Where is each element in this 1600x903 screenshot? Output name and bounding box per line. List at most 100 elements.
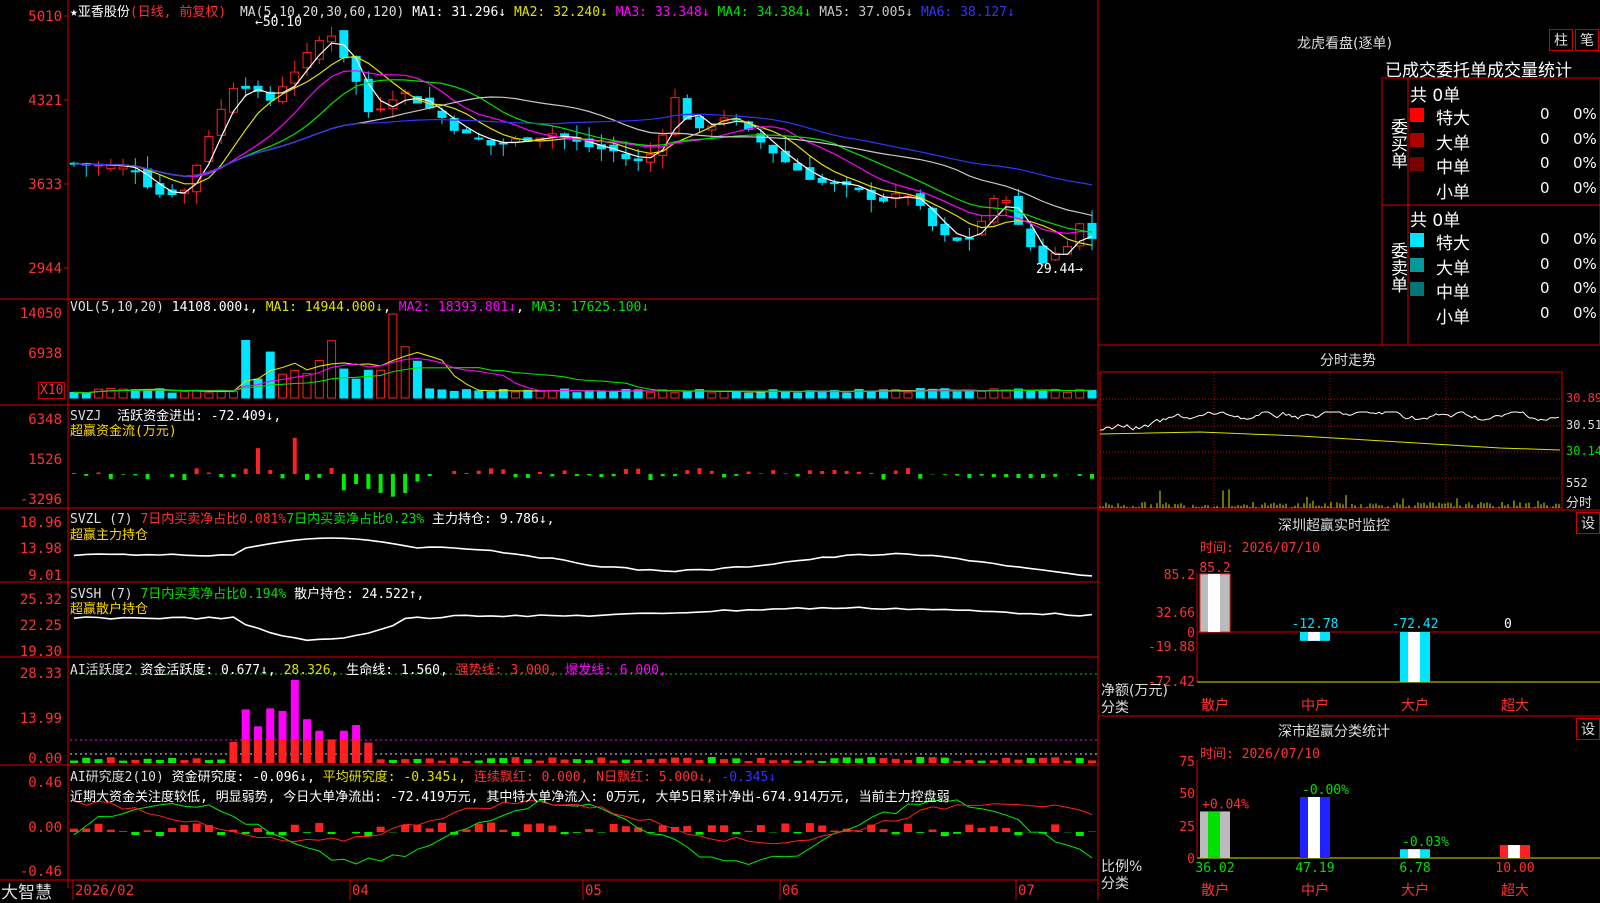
buy-total: 共 0单 <box>1410 81 1460 106</box>
vol-bar <box>450 391 458 398</box>
fund-flow-bar <box>1029 474 1033 478</box>
price-tick: 3633 <box>28 177 62 193</box>
fund-flow-bar <box>133 474 137 475</box>
activity-bar-base <box>340 739 348 763</box>
fund-flow-bar <box>305 474 309 480</box>
fund-flow-bar <box>820 471 824 474</box>
activity-bar <box>781 760 789 763</box>
candle-body <box>1027 229 1035 247</box>
fund-flow-bar <box>84 474 88 476</box>
research-bar <box>978 828 986 832</box>
ai1-tick: 0.00 <box>28 751 62 767</box>
activity-bar <box>156 760 164 763</box>
order-count: 0 <box>1540 279 1550 297</box>
activity-bar <box>769 760 777 763</box>
vol-bar <box>438 390 446 398</box>
fund-flow-bar <box>992 474 996 477</box>
vol-bar <box>279 374 287 398</box>
fund-flow-bar <box>146 474 150 479</box>
research-bar <box>1002 828 1010 832</box>
vol-bar <box>352 379 360 398</box>
activity-bar-base <box>254 739 262 763</box>
research-line-red <box>74 801 1092 844</box>
candle-body <box>1063 247 1071 254</box>
vol-bar <box>573 393 581 398</box>
order-count: 0 <box>1540 105 1550 123</box>
stock-chart-canvas[interactable]: 501043213633294414050693863481526-329618… <box>0 0 1600 900</box>
activity-bar <box>879 758 887 763</box>
candle-body <box>475 138 483 139</box>
activity-bar <box>634 760 642 763</box>
research-bar <box>1088 831 1096 832</box>
sz-monitor-settings-button[interactable]: 设 <box>1576 512 1600 534</box>
vol-bar <box>781 392 789 398</box>
period-label[interactable]: (日线, 前复权) <box>130 5 226 20</box>
fund-flow-bar <box>587 474 591 475</box>
candle-body <box>806 168 814 180</box>
activity-bar <box>1063 761 1071 763</box>
fund-flow-bar <box>403 474 407 493</box>
star-icon[interactable]: ★ <box>70 5 78 20</box>
sz-bar-label: 0 <box>1504 617 1512 632</box>
research-bar <box>548 826 556 832</box>
activity-bar <box>745 761 753 763</box>
research-bar <box>95 824 103 832</box>
research-bar <box>879 829 887 832</box>
tick-view-button[interactable]: 笔 <box>1575 29 1599 51</box>
vol-bar <box>82 393 90 398</box>
research-bar <box>119 831 127 832</box>
vol-bar <box>597 391 605 398</box>
intraday-tick-mid: 30.51 <box>1566 418 1600 432</box>
research-bar <box>720 825 728 832</box>
research-bar <box>1051 824 1059 832</box>
activity-bar <box>119 761 127 763</box>
research-bar <box>806 823 814 832</box>
activity-bar <box>70 761 78 763</box>
fund-flow-bar <box>698 468 702 474</box>
research-bar <box>70 829 78 832</box>
fund-flow-bar <box>501 469 505 474</box>
fund-flow-bar <box>624 469 628 474</box>
cls-bar-label: 10.00 <box>1495 861 1534 876</box>
svsh-tick: 25.32 <box>20 592 62 608</box>
stock-name: 亚香股份 <box>78 5 130 20</box>
vol-unit-badge[interactable]: X10 <box>38 382 65 399</box>
activity-bar <box>843 757 851 763</box>
vol-bar <box>487 392 495 398</box>
research-bar <box>830 831 838 832</box>
activity-bar <box>941 758 949 763</box>
research-bar <box>426 828 434 832</box>
activity-bar <box>818 761 826 763</box>
svzl-subtitle: 超赢主力持仓 <box>70 524 148 543</box>
fund-flow-bar <box>771 470 775 474</box>
vol-bar <box>978 391 986 398</box>
order-color-swatch <box>1410 108 1424 122</box>
candle-body <box>830 183 838 184</box>
activity-bar <box>708 757 716 763</box>
activity-bar <box>205 760 213 763</box>
order-percent: 0% <box>1573 179 1597 197</box>
activity-bar-base <box>291 739 299 763</box>
order-type: 中单 <box>1436 153 1470 178</box>
activity-bar <box>413 759 421 763</box>
brand-logo: 大智慧 <box>1 878 52 903</box>
order-count: 0 <box>1540 154 1550 172</box>
vol-bar <box>1063 392 1071 398</box>
activity-bar <box>426 758 434 763</box>
vol-bar <box>646 392 654 398</box>
activity-bar <box>622 760 630 763</box>
cls-stat-settings-button[interactable]: 设 <box>1576 718 1600 740</box>
candle-body <box>242 86 250 88</box>
ma3-label: MA3: 33.348↓ <box>616 5 710 20</box>
fund-flow-bar <box>244 469 248 474</box>
research-bar <box>781 823 789 832</box>
order-percent: 0% <box>1573 230 1597 248</box>
cls-stat-title: 深市超赢分类统计 <box>1278 721 1390 741</box>
order-row: 小单00% <box>1408 303 1600 325</box>
vol-bar <box>107 388 115 398</box>
sz-bar-label: 85.2 <box>1199 561 1230 576</box>
date-label: 05 <box>585 883 602 899</box>
vol-bar <box>70 392 78 398</box>
svsh-tick: 22.25 <box>20 618 62 634</box>
bar-view-button[interactable]: 柱 <box>1549 29 1573 51</box>
